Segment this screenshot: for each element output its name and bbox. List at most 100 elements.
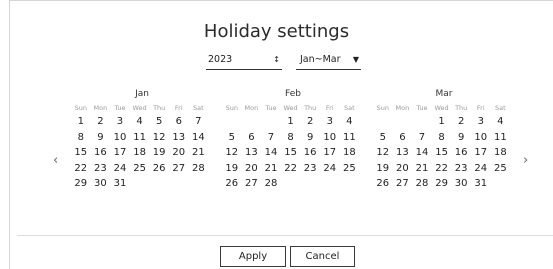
day-cell[interactable]: 11 bbox=[491, 130, 511, 146]
day-cell[interactable]: 22 bbox=[71, 161, 91, 177]
day-cell[interactable]: 4 bbox=[491, 114, 511, 130]
day-cell[interactable]: 24 bbox=[110, 161, 130, 177]
day-cell[interactable]: 29 bbox=[432, 176, 452, 192]
weekday-label: Mon bbox=[244, 104, 259, 112]
day-cell[interactable]: 26 bbox=[222, 176, 242, 192]
day-cell[interactable]: 25 bbox=[340, 161, 360, 177]
day-cell[interactable]: 17 bbox=[110, 145, 130, 161]
day-cell[interactable]: 4 bbox=[130, 114, 150, 130]
day-cell[interactable]: 12 bbox=[373, 145, 393, 161]
day-cell[interactable]: 23 bbox=[451, 161, 471, 177]
day-cell[interactable]: 15 bbox=[71, 145, 91, 161]
day-cell[interactable]: 2 bbox=[300, 114, 320, 130]
day-cell[interactable]: 4 bbox=[340, 114, 360, 130]
day-cell[interactable]: 15 bbox=[281, 145, 301, 161]
day-cell[interactable]: 28 bbox=[261, 176, 281, 192]
day-cell[interactable]: 9 bbox=[300, 130, 320, 146]
day-cell[interactable]: 10 bbox=[110, 130, 130, 146]
day-cell[interactable]: 31 bbox=[110, 176, 130, 192]
day-cell[interactable]: 12 bbox=[222, 145, 242, 161]
day-cell[interactable]: 27 bbox=[169, 161, 189, 177]
day-cell[interactable]: 7 bbox=[412, 130, 432, 146]
cancel-button[interactable]: Cancel bbox=[290, 246, 355, 267]
day-cell[interactable]: 6 bbox=[242, 130, 262, 146]
apply-button[interactable]: Apply bbox=[220, 246, 286, 267]
day-cell[interactable]: 23 bbox=[300, 161, 320, 177]
day-cell[interactable]: 3 bbox=[320, 114, 340, 130]
day-cell[interactable]: 25 bbox=[491, 161, 511, 177]
day-cell[interactable]: 28 bbox=[412, 176, 432, 192]
day-cell[interactable]: 22 bbox=[432, 161, 452, 177]
day-cell[interactable]: 25 bbox=[130, 161, 150, 177]
day-cell[interactable]: 19 bbox=[222, 161, 242, 177]
day-cell[interactable]: 28 bbox=[189, 161, 209, 177]
day-cell[interactable]: 26 bbox=[149, 161, 169, 177]
day-cell[interactable]: 18 bbox=[130, 145, 150, 161]
day-cell[interactable]: 7 bbox=[189, 114, 209, 130]
calendar-grid: Sun Mon Tue Wed Thu Fri Sat 1 2 3 4 5 6 7 8 9 10 11 12 13 14… bbox=[222, 102, 364, 192]
year-select[interactable]: 2023 ↕ bbox=[206, 51, 282, 70]
day-cell[interactable]: 27 bbox=[242, 176, 262, 192]
day-cell[interactable]: 14 bbox=[412, 145, 432, 161]
day-cell[interactable]: 20 bbox=[169, 145, 189, 161]
day-cell[interactable]: 21 bbox=[412, 161, 432, 177]
day-cell[interactable]: 26 bbox=[373, 176, 393, 192]
day-cell[interactable]: 14 bbox=[261, 145, 281, 161]
day-cell[interactable]: 13 bbox=[169, 130, 189, 146]
day-cell[interactable]: 10 bbox=[320, 130, 340, 146]
day-cell[interactable]: 31 bbox=[471, 176, 491, 192]
day-cell[interactable]: 15 bbox=[432, 145, 452, 161]
day-cell[interactable]: 11 bbox=[340, 130, 360, 146]
day-cell[interactable]: 13 bbox=[242, 145, 262, 161]
day-cell[interactable]: 5 bbox=[149, 114, 169, 130]
day-cell[interactable]: 10 bbox=[471, 130, 491, 146]
day-cell[interactable]: 8 bbox=[432, 130, 452, 146]
day-cell[interactable]: 8 bbox=[281, 130, 301, 146]
day-cell[interactable]: 22 bbox=[281, 161, 301, 177]
day-cell[interactable]: 29 bbox=[71, 176, 91, 192]
day-cell[interactable]: 3 bbox=[110, 114, 130, 130]
day-cell[interactable]: 27 bbox=[393, 176, 413, 192]
day-cell[interactable]: 2 bbox=[451, 114, 471, 130]
day-cell[interactable]: 6 bbox=[393, 130, 413, 146]
day-cell[interactable]: 24 bbox=[320, 161, 340, 177]
day-cell[interactable]: 12 bbox=[149, 130, 169, 146]
day-cell[interactable]: 3 bbox=[471, 114, 491, 130]
day-cell[interactable]: 8 bbox=[71, 130, 91, 146]
day-cell[interactable]: 23 bbox=[91, 161, 111, 177]
day-cell[interactable]: 13 bbox=[393, 145, 413, 161]
day-cell[interactable]: 16 bbox=[300, 145, 320, 161]
day-cell[interactable]: 17 bbox=[471, 145, 491, 161]
triangle-down-icon: ▼ bbox=[352, 55, 359, 64]
weekday-label: Sun bbox=[74, 104, 87, 112]
day-cell[interactable]: 5 bbox=[222, 130, 242, 146]
day-cell[interactable]: 1 bbox=[281, 114, 301, 130]
day-cell[interactable]: 20 bbox=[393, 161, 413, 177]
day-cell[interactable]: 17 bbox=[320, 145, 340, 161]
day-cell[interactable]: 24 bbox=[471, 161, 491, 177]
day-cell[interactable]: 2 bbox=[91, 114, 111, 130]
day-cell[interactable]: 11 bbox=[130, 130, 150, 146]
day-cell[interactable]: 7 bbox=[261, 130, 281, 146]
day-cell[interactable]: 19 bbox=[149, 145, 169, 161]
next-months-arrow-icon[interactable]: › bbox=[523, 153, 528, 168]
day-cell[interactable]: 5 bbox=[373, 130, 393, 146]
day-cell[interactable]: 9 bbox=[451, 130, 471, 146]
day-cell[interactable]: 9 bbox=[91, 130, 111, 146]
day-cell[interactable]: 21 bbox=[261, 161, 281, 177]
month-range-select[interactable]: Jan~Mar ▼ bbox=[296, 51, 361, 70]
day-cell[interactable]: 18 bbox=[491, 145, 511, 161]
day-cell[interactable]: 6 bbox=[169, 114, 189, 130]
day-cell[interactable]: 20 bbox=[242, 161, 262, 177]
day-cell[interactable]: 1 bbox=[432, 114, 452, 130]
day-cell[interactable]: 30 bbox=[451, 176, 471, 192]
day-cell[interactable]: 16 bbox=[451, 145, 471, 161]
day-cell[interactable]: 14 bbox=[189, 130, 209, 146]
day-cell[interactable]: 30 bbox=[91, 176, 111, 192]
day-cell[interactable]: 21 bbox=[189, 145, 209, 161]
day-cell[interactable]: 16 bbox=[91, 145, 111, 161]
day-cell[interactable]: 19 bbox=[373, 161, 393, 177]
day-cell[interactable]: 1 bbox=[71, 114, 91, 130]
previous-months-arrow-icon[interactable]: ‹ bbox=[53, 153, 58, 168]
day-cell[interactable]: 18 bbox=[340, 145, 360, 161]
